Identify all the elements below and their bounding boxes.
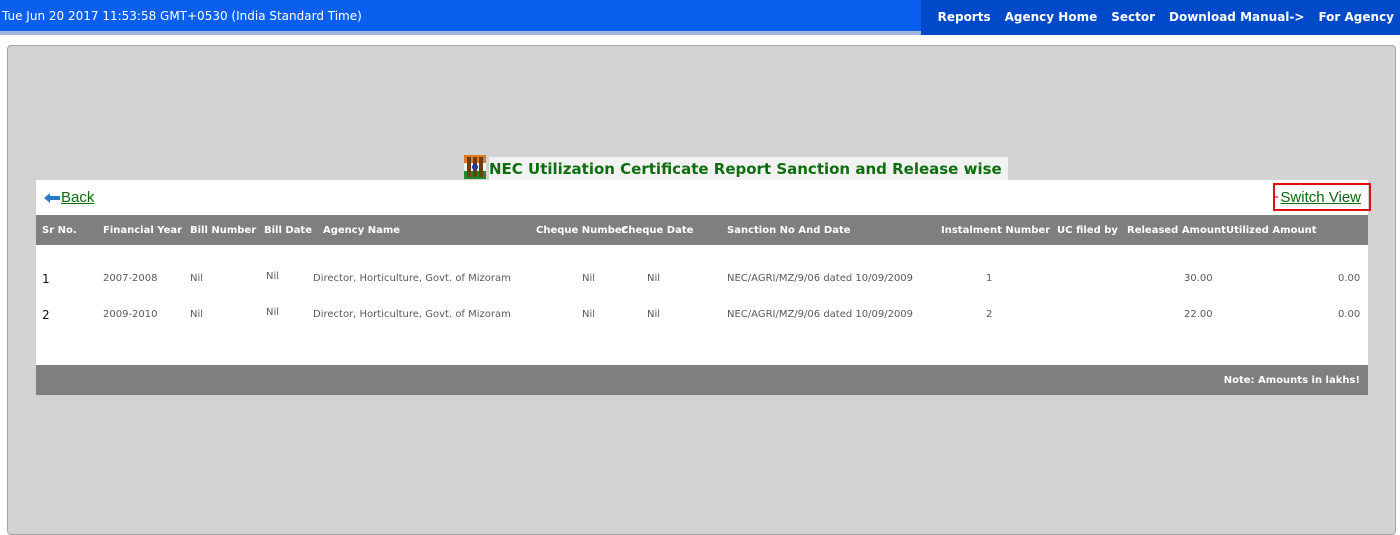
cell-cheque-date: Nil: [647, 273, 661, 284]
cell-bill-number: Nil: [190, 273, 204, 284]
report-heading: NEC Utilization Certificate Report Sanct…: [463, 152, 1008, 180]
back-label: Back: [61, 189, 95, 206]
current-datetime: Tue Jun 20 2017 11:53:58 GMT+0530 (India…: [2, 9, 362, 23]
nav-download-manual[interactable]: Download Manual->: [1169, 10, 1304, 24]
back-link[interactable]: Back: [44, 189, 94, 206]
arrow-left-icon: [44, 192, 60, 203]
nav-for-agency[interactable]: For Agency: [1318, 10, 1394, 24]
cell-financial-year: 2009-2010: [103, 309, 158, 320]
amount-note: Note: Amounts in lakhs!: [1223, 375, 1360, 386]
col-sanction-no-and-date: Sanction No And Date: [727, 225, 851, 236]
table-row: 2 2009-2010 Nil Nil Director, Horticultu…: [36, 307, 1368, 329]
nav-reports[interactable]: Reports: [938, 10, 991, 24]
table-footer: Note: Amounts in lakhs!: [36, 365, 1368, 395]
cell-cheque-number: Nil: [582, 309, 596, 320]
cell-bill-date: Nil: [266, 307, 280, 318]
cell-instalment-number: 1: [986, 273, 993, 284]
table-header: Sr No. Financial Year Bill Number Bill D…: [36, 215, 1368, 245]
cell-agency-name: Director, Horticulture, Govt. of Mizoram: [313, 273, 511, 284]
col-financial-year: Financial Year: [103, 225, 183, 236]
col-sr-no: Sr No.: [42, 225, 77, 236]
cell-cheque-date: Nil: [647, 309, 661, 320]
top-nav: Reports Agency Home Sector Download Manu…: [920, 0, 1400, 35]
table-row: 1 2007-2008 Nil Nil Director, Horticultu…: [36, 271, 1368, 293]
col-instalment-number: Instalment Number: [941, 225, 1051, 236]
nav-agency-home[interactable]: Agency Home: [1005, 10, 1098, 24]
cell-utilized-amount: 0.00: [1338, 273, 1361, 284]
col-released-amount: Released Amount: [1127, 225, 1226, 236]
bullet-arrow-icon: [1275, 195, 1279, 199]
cell-sanction-no-and-date: NEC/AGRI/MZ/9/06 dated 10/09/2009: [727, 309, 914, 320]
cell-agency-name: Director, Horticulture, Govt. of Mizoram: [313, 309, 511, 320]
col-cheque-number: Cheque Number: [536, 225, 627, 236]
cell-bill-date: Nil: [266, 271, 280, 282]
top-bar: Tue Jun 20 2017 11:53:58 GMT+0530 (India…: [0, 0, 1400, 35]
col-bill-number: Bill Number: [190, 225, 257, 236]
cell-cheque-number: Nil: [582, 273, 596, 284]
col-agency-name: Agency Name: [323, 225, 401, 236]
col-uc-filed-by: UC filed by: [1057, 225, 1118, 236]
nav-sector[interactable]: Sector: [1111, 10, 1155, 24]
switch-view-link[interactable]: Switch View: [1273, 183, 1371, 211]
cell-released-amount: 22.00: [1184, 309, 1213, 320]
cell-sr-no: 1: [42, 272, 50, 286]
cell-instalment-number: 2: [986, 309, 993, 320]
col-utilized-amount: Utilized Amount: [1226, 225, 1317, 236]
cell-sanction-no-and-date: NEC/AGRI/MZ/9/06 dated 10/09/2009: [727, 273, 914, 284]
col-bill-date: Bill Date: [264, 225, 312, 236]
cell-utilized-amount: 0.00: [1338, 309, 1361, 320]
switch-view-label: Switch View: [1280, 188, 1361, 206]
page-title: NEC Utilization Certificate Report Sanct…: [489, 157, 1008, 180]
cell-financial-year: 2007-2008: [103, 273, 158, 284]
cell-bill-number: Nil: [190, 309, 204, 320]
col-cheque-date: Cheque Date: [621, 225, 694, 236]
emblem-logo-icon: [464, 155, 486, 179]
cell-sr-no: 2: [42, 308, 50, 322]
cell-released-amount: 30.00: [1184, 273, 1213, 284]
